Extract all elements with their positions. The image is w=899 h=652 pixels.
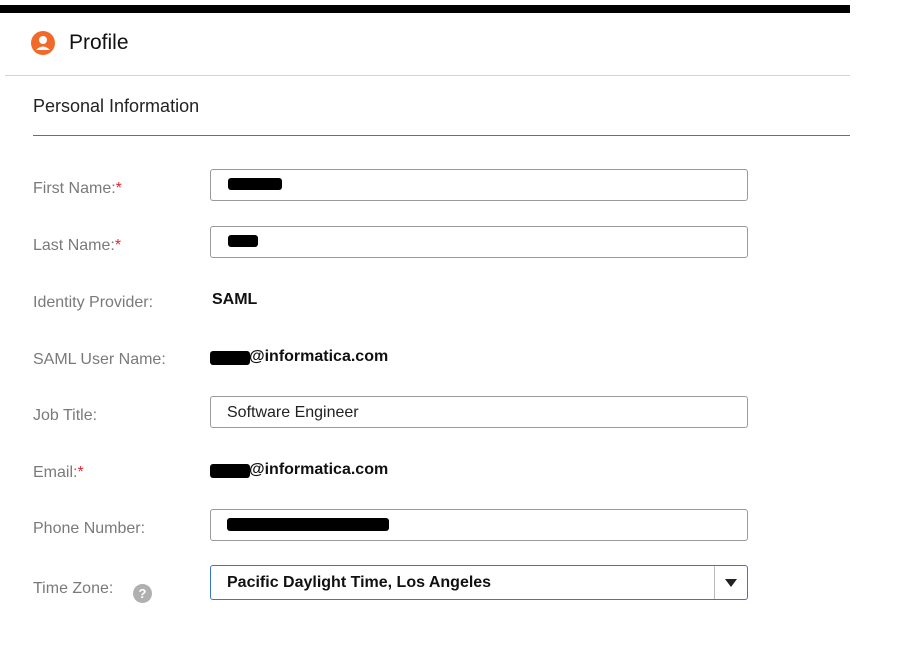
page-title: Profile bbox=[69, 31, 129, 54]
saml-user-name-label: SAML User Name: bbox=[33, 351, 166, 368]
help-icon[interactable]: ? bbox=[133, 584, 152, 603]
redacted-value bbox=[227, 518, 389, 531]
email-label: Email:* bbox=[33, 464, 84, 481]
first-name-input[interactable] bbox=[210, 169, 748, 201]
redacted-value bbox=[210, 464, 250, 478]
required-mark: * bbox=[114, 237, 122, 254]
phone-number-input[interactable] bbox=[210, 509, 748, 541]
identity-provider-value: SAML bbox=[212, 291, 258, 308]
phone-number-label: Phone Number: bbox=[33, 520, 146, 537]
redacted-value bbox=[228, 178, 282, 190]
chevron-down-icon[interactable] bbox=[725, 579, 737, 587]
job-title-input[interactable]: Software Engineer bbox=[210, 396, 748, 428]
top-bar bbox=[0, 5, 850, 13]
time-zone-select[interactable]: Pacific Daylight Time, Los Angeles bbox=[210, 565, 748, 600]
last-name-input[interactable] bbox=[210, 226, 748, 258]
job-title-label: Job Title: bbox=[33, 407, 98, 424]
redacted-value bbox=[210, 351, 250, 365]
page-header: Profile bbox=[31, 28, 129, 58]
redacted-value bbox=[228, 235, 258, 247]
select-divider bbox=[714, 566, 715, 599]
time-zone-label: Time Zone: bbox=[33, 580, 114, 597]
user-icon bbox=[31, 31, 55, 55]
required-mark: * bbox=[115, 180, 122, 197]
section-title: Personal Information bbox=[33, 96, 200, 116]
required-mark: * bbox=[77, 464, 84, 481]
first-name-label: First Name:* bbox=[33, 180, 122, 197]
section-divider bbox=[33, 135, 850, 136]
last-name-label: Last Name:* bbox=[33, 237, 122, 254]
identity-provider-label: Identity Provider: bbox=[33, 294, 154, 311]
header-divider bbox=[5, 75, 850, 76]
